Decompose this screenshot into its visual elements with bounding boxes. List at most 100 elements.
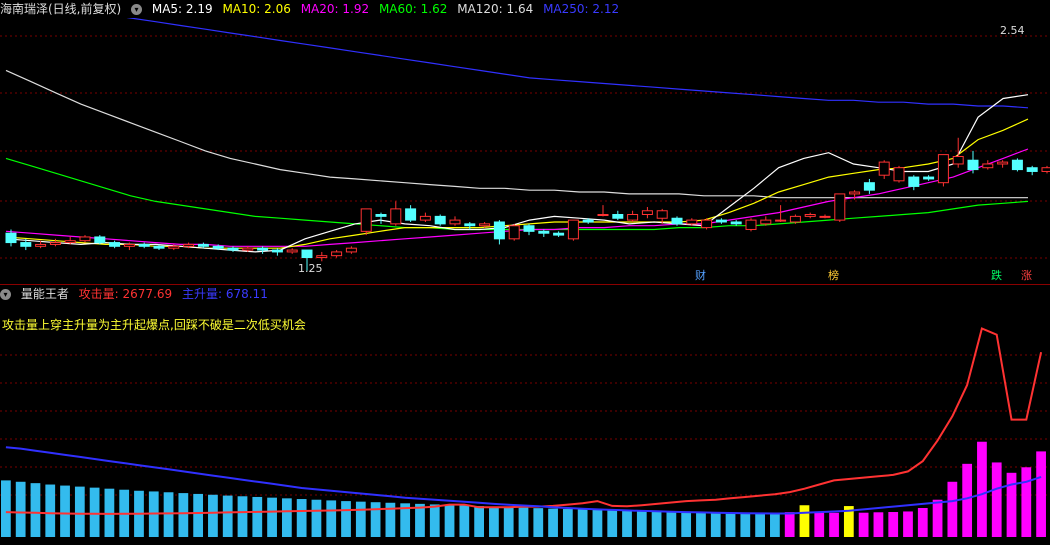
candle-body [538,230,550,234]
event-marker-fall[interactable]: 跌 [990,269,1003,283]
volume-bar [518,507,529,537]
main-chart-header: 海南瑞泽(日线,前复权) ▾ MA5: 2.19 MA10: 2.06 MA20… [0,0,625,18]
volume-bar [755,512,765,537]
volume-bar [15,481,26,537]
volume-bar [281,498,292,537]
candle-body [582,219,594,223]
candle-body [242,247,254,251]
volume-indicator-chart[interactable] [0,303,1050,545]
volume-bar [799,505,810,537]
volume-bar [592,509,603,537]
volume-bar [681,511,692,537]
candle-body [908,176,920,187]
volume-bar [104,488,115,537]
candle-body [212,245,224,249]
volume-bar [1036,451,1046,537]
volume-bar [474,506,484,537]
candle-body [834,193,846,221]
event-marker-finance[interactable]: 财 [694,269,707,283]
candle-body [789,215,801,223]
candle-body [375,214,387,217]
volume-bar [1,480,11,537]
volume-bar [903,511,913,537]
candle-body [967,159,979,171]
candle-body [123,243,135,247]
volume-bar [311,499,322,537]
main-rise-volume-label: 主升量: 678.11 [181,287,268,301]
candle-body [819,215,831,218]
candle-body [1026,167,1038,172]
event-marker-billboard[interactable]: 榜 [827,269,840,283]
candle-body [641,210,653,215]
volume-bar [651,511,662,537]
indicator-header: ▾ 量能王者 攻击量: 2677.69 主升量: 678.11 [0,285,274,303]
candle-body [715,219,727,223]
volume-bar [636,510,647,537]
candle-body [479,223,491,227]
candle-body [286,249,298,253]
volume-bar [725,512,736,537]
volume-bar [991,462,1002,537]
volume-bar [252,496,263,537]
stock-name[interactable]: 海南瑞泽(日线,前复权) [0,2,121,16]
ma20-label: MA20: 1.92 [300,2,370,16]
volume-bar [45,484,56,537]
candle-body [183,243,195,247]
candle-body [20,242,32,247]
main-rise-volume-line [5,446,1042,515]
indicator-name[interactable]: 量能王者 [21,287,69,301]
candle-body [849,191,861,195]
candle-body [301,249,313,259]
ma5-label: MA5: 2.19 [151,2,213,16]
volume-bar [267,497,277,537]
candle-body [257,247,269,251]
candle-body [464,223,476,227]
candle-body [656,210,668,219]
volume-bar [222,495,233,537]
ma120-label: MA120: 1.64 [457,2,534,16]
candlestick-chart[interactable] [0,18,1050,283]
chevron-down-icon[interactable]: ▾ [0,289,11,300]
ma250-line [126,18,1029,109]
candle-body [419,215,431,221]
chevron-down-icon[interactable]: ▾ [131,4,143,15]
candle-body [197,243,209,247]
volume-bar [888,512,899,537]
volume-bar [237,496,248,537]
candle-body [109,242,121,247]
volume-bar [829,512,839,537]
candle-body [153,245,165,249]
ma250-label: MA250: 2.12 [543,2,620,16]
volume-bar [1021,467,1032,537]
candle-body [893,167,905,182]
volume-bar [784,512,795,537]
candle-body [612,214,624,219]
candle-body [686,219,698,225]
volume-bar [858,512,869,537]
volume-bar [444,504,455,537]
high-price-label: 2.54 [1000,24,1025,37]
candle-body [730,221,742,225]
candle-body [331,251,343,257]
ma60-label: MA60: 1.62 [378,2,448,16]
volume-bar [622,510,632,537]
candle-body [405,208,417,221]
volume-bar [917,508,928,537]
event-marker-rise[interactable]: 涨 [1020,269,1033,283]
candle-body [49,242,61,245]
volume-bar [740,512,751,537]
volume-bar [296,499,307,537]
volume-bar [814,512,825,537]
candle-body [434,215,446,225]
candle-body [997,161,1009,165]
candle-body [449,219,461,225]
volume-bar [696,511,706,537]
volume-bar [326,500,337,537]
candle-body [863,182,875,191]
volume-bar [178,493,189,537]
candle-body [1011,159,1023,171]
candle-body [271,249,283,253]
candle-body [345,247,357,253]
candle-body [138,243,150,247]
candle-body [1041,167,1050,172]
